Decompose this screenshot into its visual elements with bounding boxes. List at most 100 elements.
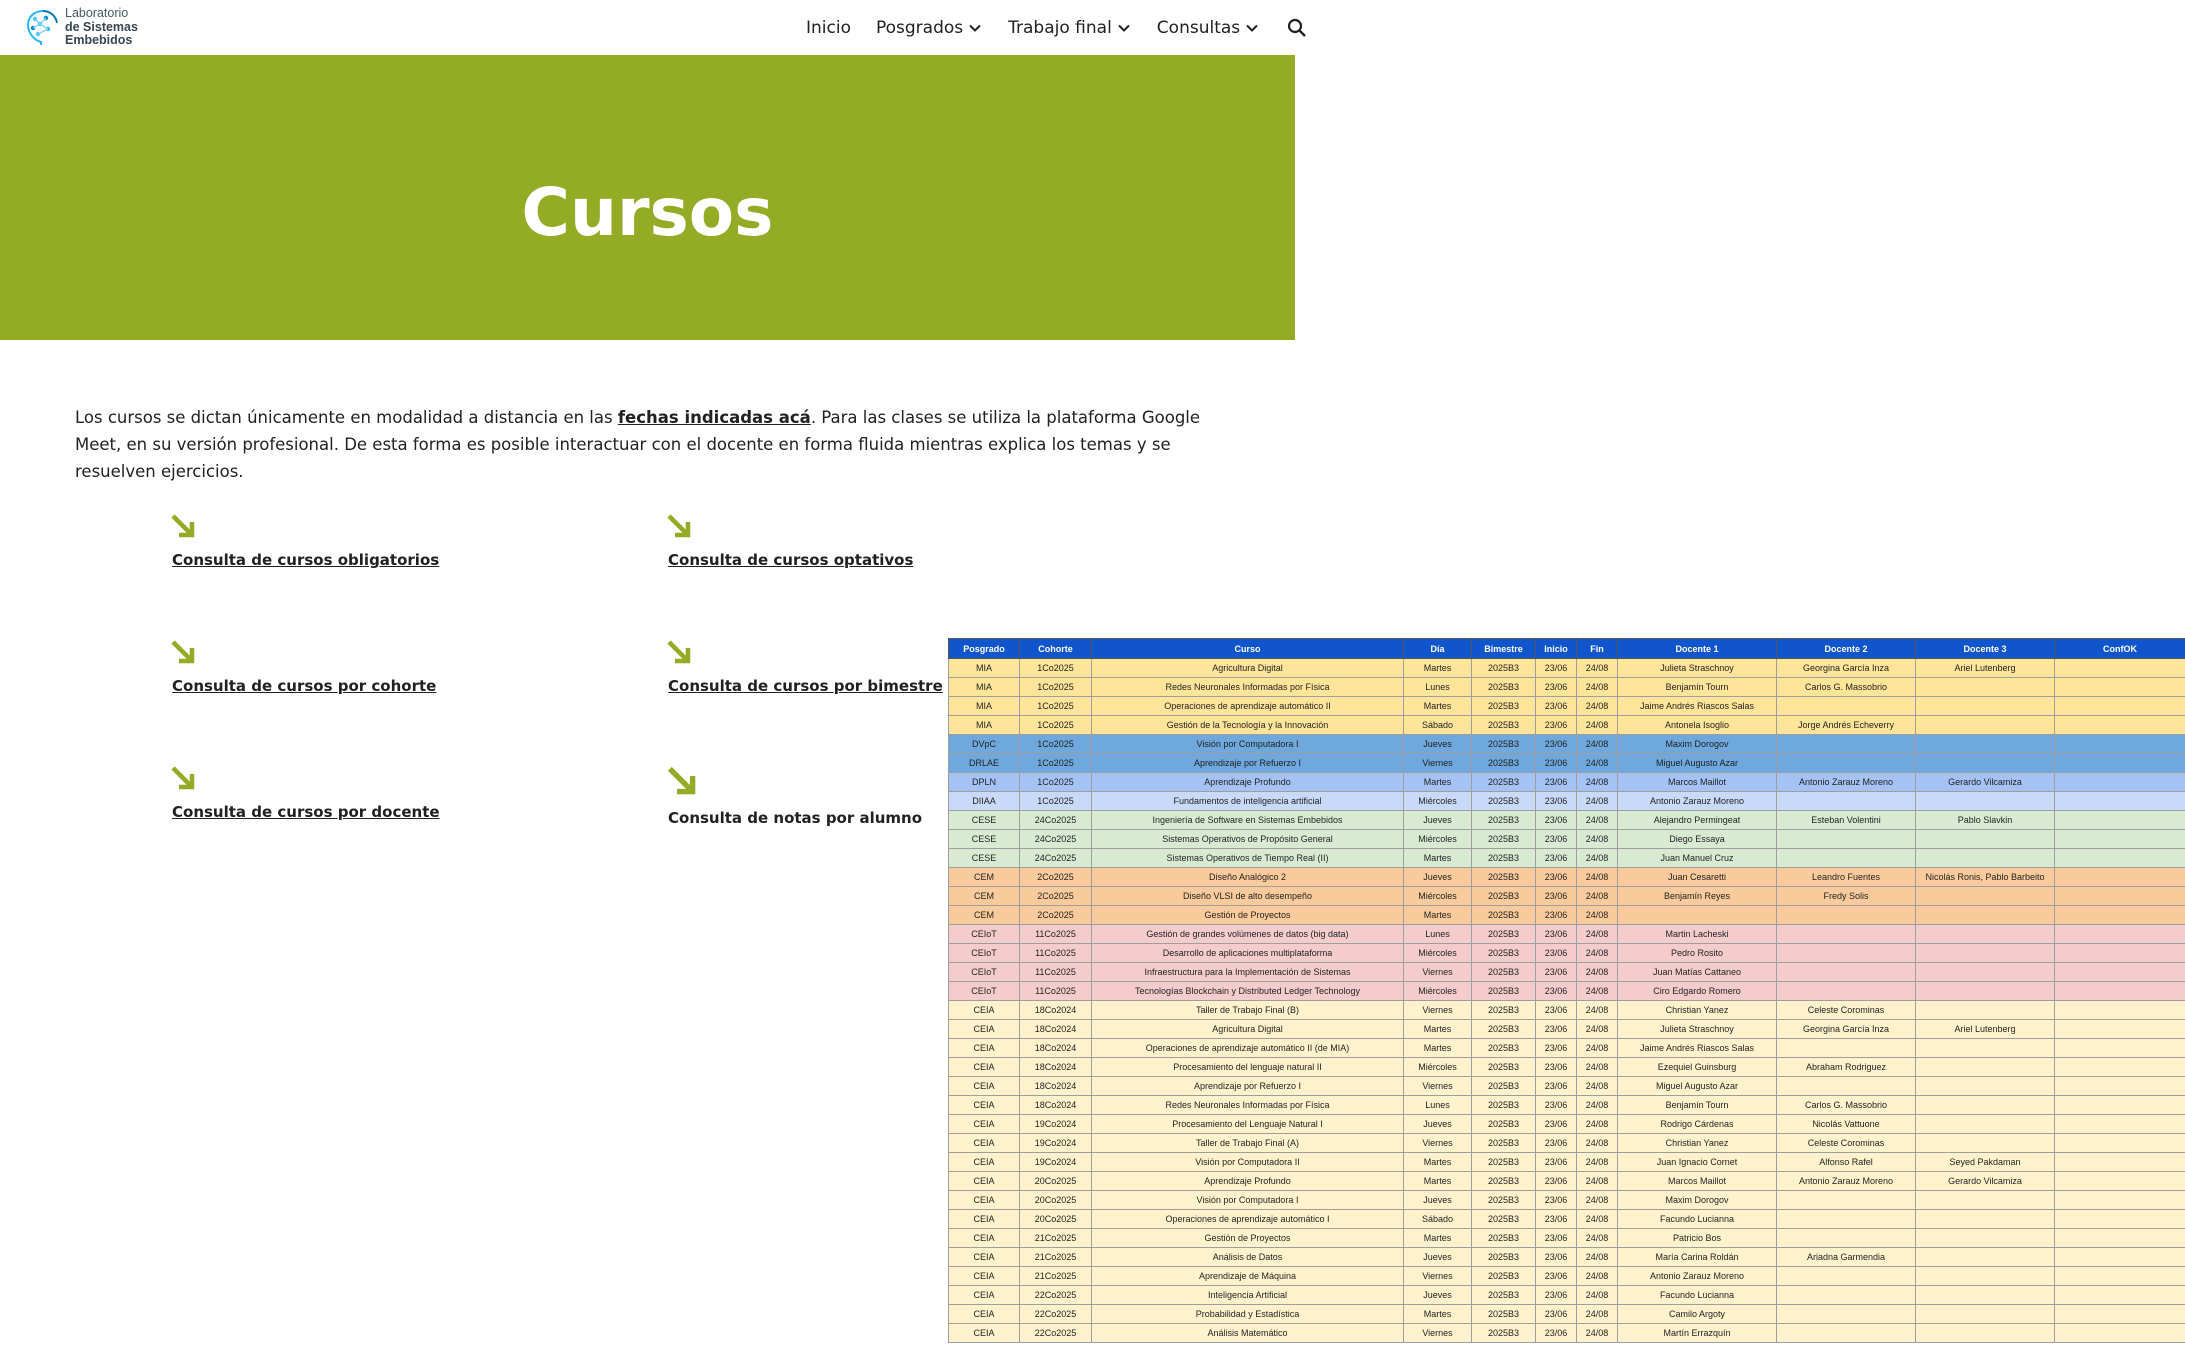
table-cell: Abraham Rodriguez xyxy=(1776,1057,1916,1077)
table-cell: 23/06 xyxy=(1535,1228,1577,1248)
quick-link-optativos[interactable]: Consulta de cursos optativos xyxy=(667,512,913,569)
table-cell: Maxim Dorogov xyxy=(1617,1190,1777,1210)
table-cell: Antonio Zarauz Moreno xyxy=(1776,772,1916,792)
table-cell: Julieta Straschnoy xyxy=(1617,1019,1777,1039)
table-cell: Viernes xyxy=(1403,962,1472,982)
schedule-sheet[interactable]: Posgrado Cohorte Curso Día Bimestre Inicio Fin… xyxy=(948,638,2185,1346)
table-cell: 24/08 xyxy=(1576,1133,1618,1153)
table-cell xyxy=(2054,905,2185,925)
top-bar: Laboratorio de Sistemas Embebidos Inicio… xyxy=(0,0,1306,55)
table-cell: CEIA xyxy=(948,1038,1020,1058)
table-cell: CEIA xyxy=(948,1247,1020,1267)
table-cell: 2025B3 xyxy=(1471,1304,1536,1324)
table-cell xyxy=(1915,1304,2055,1324)
column-header: Cohorte xyxy=(1019,638,1092,659)
table-cell: 23/06 xyxy=(1535,1171,1577,1191)
table-cell: Infraestructura para la Implementación d… xyxy=(1091,962,1404,982)
table-cell xyxy=(1915,1095,2055,1115)
table-cell: CEM xyxy=(948,867,1020,887)
table-cell: CEIA xyxy=(948,1152,1020,1172)
arrow-down-right-icon xyxy=(667,514,691,538)
table-cell: Aprendizaje de Máquina xyxy=(1091,1266,1404,1286)
table-cell: 2025B3 xyxy=(1471,791,1536,811)
table-cell: 24/08 xyxy=(1576,715,1618,735)
site-logo[interactable]: Laboratorio de Sistemas Embebidos xyxy=(24,5,144,49)
table-cell: CEIA xyxy=(948,1019,1020,1039)
quick-link-bimestre[interactable]: Consulta de cursos por bimestre xyxy=(667,638,943,695)
table-cell: 23/06 xyxy=(1535,848,1577,868)
table-cell: 18Co2024 xyxy=(1019,1019,1092,1039)
table-cell: 2025B3 xyxy=(1471,924,1536,944)
quick-link-label[interactable]: Consulta de cursos por cohorte xyxy=(172,677,436,695)
table-cell: CESE xyxy=(948,829,1020,849)
nav-consultas[interactable]: Consultas xyxy=(1157,18,1260,38)
table-cell: Marcos Maillot xyxy=(1617,772,1777,792)
table-cell xyxy=(2054,1209,2185,1229)
quick-link-label[interactable]: Consulta de cursos optativos xyxy=(668,551,913,569)
schedule-table: Posgrado Cohorte Curso Día Bimestre Inicio Fin… xyxy=(948,638,2185,1343)
table-cell: Antonio Zarauz Moreno xyxy=(1617,791,1777,811)
quick-link-docente[interactable]: Consulta de cursos por docente xyxy=(171,764,440,821)
table-cell: 24/08 xyxy=(1576,753,1618,773)
table-cell: 23/06 xyxy=(1535,924,1577,944)
nav-inicio[interactable]: Inicio xyxy=(806,18,851,38)
table-cell: 23/06 xyxy=(1535,943,1577,963)
dates-link[interactable]: fechas indicadas acá xyxy=(618,408,811,427)
quick-link-label[interactable]: Consulta de cursos por bimestre xyxy=(668,677,943,695)
table-cell: 11Co2025 xyxy=(1019,981,1092,1001)
table-cell: Tecnologías Blockchain y Distributed Led… xyxy=(1091,981,1404,1001)
table-cell: 2025B3 xyxy=(1471,1228,1536,1248)
table-cell xyxy=(1776,848,1916,868)
table-cell: Jaime Andrés Riascos Salas xyxy=(1617,1038,1777,1058)
table-cell: Visión por Computadora II xyxy=(1091,1152,1404,1172)
table-cell: 24Co2025 xyxy=(1019,848,1092,868)
table-cell: 2025B3 xyxy=(1471,1038,1536,1058)
table-cell: 24/08 xyxy=(1576,1190,1618,1210)
table-cell: Benjamín Reyes xyxy=(1617,886,1777,906)
table-cell xyxy=(1776,1209,1916,1229)
table-cell: 23/06 xyxy=(1535,981,1577,1001)
table-cell: 24/08 xyxy=(1576,924,1618,944)
table-cell: Benjamín Tourn xyxy=(1617,677,1777,697)
table-cell: 24/08 xyxy=(1576,1114,1618,1134)
table-cell: Análisis de Datos xyxy=(1091,1247,1404,1267)
table-cell: Sábado xyxy=(1403,715,1472,735)
quick-link-label[interactable]: Consulta de cursos por docente xyxy=(172,803,440,821)
arrow-down-right-icon xyxy=(667,766,696,795)
table-cell: CEIA xyxy=(948,1190,1020,1210)
table-cell xyxy=(2054,829,2185,849)
table-cell: Jorge Andrés Echeverry xyxy=(1776,715,1916,735)
quick-link-cohorte[interactable]: Consulta de cursos por cohorte xyxy=(171,638,436,695)
table-row: DIIAA 1Co2025 Fundamentos de inteligencia … xyxy=(948,791,2185,811)
table-cell xyxy=(1915,886,2055,906)
table-row: CEIoT 11Co2025 Desarrollo de aplicaciones … xyxy=(948,943,2185,963)
nav-trabajo-final[interactable]: Trabajo final xyxy=(1008,18,1132,38)
table-cell: 24/08 xyxy=(1576,1304,1618,1324)
table-cell: MIA xyxy=(948,677,1020,697)
nav-posgrados[interactable]: Posgrados xyxy=(876,18,983,38)
table-cell: 23/06 xyxy=(1535,1323,1577,1343)
quick-link-obligatorios[interactable]: Consulta de cursos obligatorios xyxy=(171,512,439,569)
table-cell: 1Co2025 xyxy=(1019,734,1092,754)
quick-link-label[interactable]: Consulta de cursos obligatorios xyxy=(172,551,439,569)
table-row: CEIA 18Co2024 Taller de Trabajo Final (B) V… xyxy=(948,1000,2185,1020)
table-cell: Desarrollo de aplicaciones multiplatafor… xyxy=(1091,943,1404,963)
table-cell xyxy=(1915,1228,2055,1248)
table-cell: 2Co2025 xyxy=(1019,886,1092,906)
quick-link-notas[interactable]: Consulta de notas por alumno xyxy=(667,764,922,827)
hero-banner: Cursos xyxy=(0,55,1295,340)
table-cell: Viernes xyxy=(1403,1133,1472,1153)
table-cell: Juan Manuel Cruz xyxy=(1617,848,1777,868)
column-header: Docente 1 xyxy=(1617,638,1777,659)
table-cell: Miguel Augusto Azar xyxy=(1617,753,1777,773)
table-cell: Martes xyxy=(1403,1228,1472,1248)
search-icon[interactable] xyxy=(1285,16,1309,40)
table-row: DPLN 1Co2025 Aprendizaje Profundo Martes 202… xyxy=(948,772,2185,792)
table-cell: 23/06 xyxy=(1535,1057,1577,1077)
table-cell: 24/08 xyxy=(1576,1171,1618,1191)
table-cell: DIIAA xyxy=(948,791,1020,811)
table-cell: 23/06 xyxy=(1535,810,1577,830)
table-header-row: Posgrado Cohorte Curso Día Bimestre Inicio Fin… xyxy=(948,638,2185,659)
table-cell: Martes xyxy=(1403,1152,1472,1172)
table-row: CEIA 20Co2025 Aprendizaje Profundo Martes 20… xyxy=(948,1171,2185,1191)
